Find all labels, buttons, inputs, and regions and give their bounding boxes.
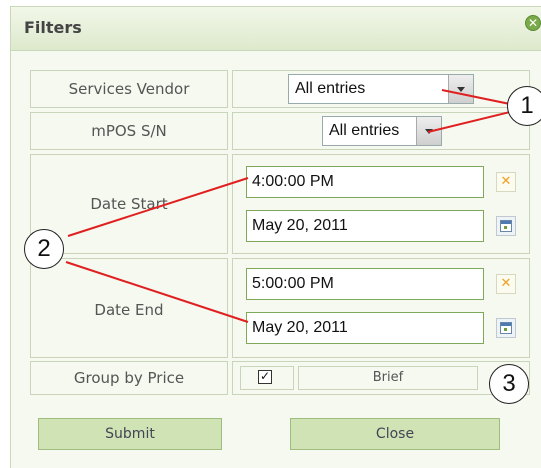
callout-2-line-a (67, 177, 249, 237)
callout-2: 2 (24, 229, 64, 269)
callout-3: 3 (489, 364, 529, 404)
callout-1-line-b (427, 111, 511, 133)
callout-1-line-a (441, 89, 511, 105)
annotation-lines (65, 89, 511, 323)
callout-1: 1 (507, 86, 541, 126)
callout-2-line-b (65, 261, 249, 323)
